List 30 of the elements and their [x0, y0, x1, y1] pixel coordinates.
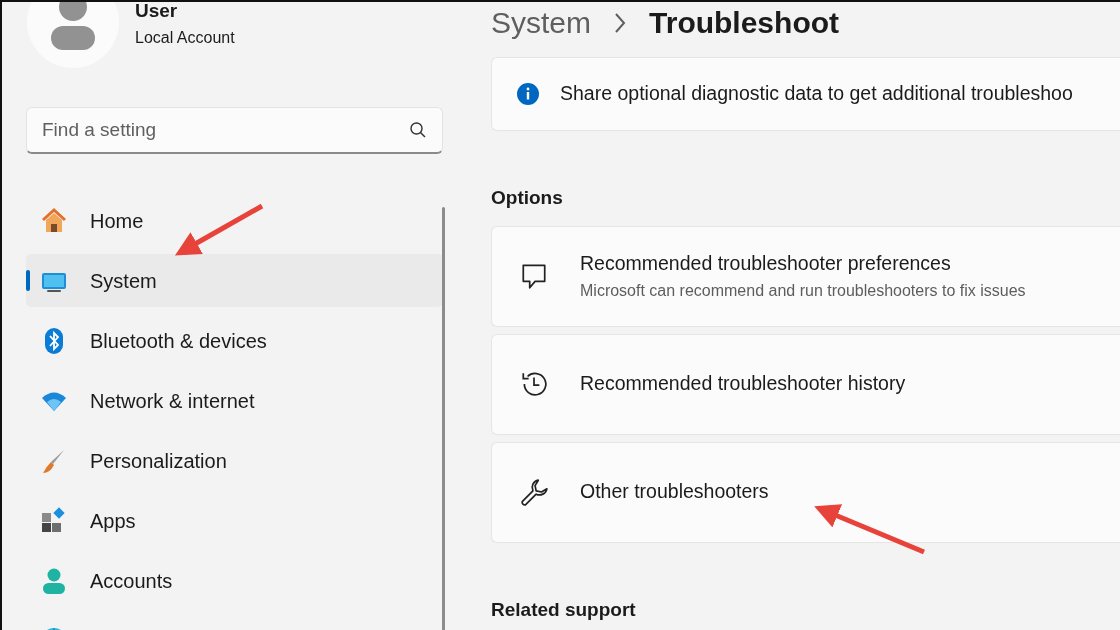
account-type: Local Account	[135, 27, 235, 48]
option-card[interactable]: Other troubleshooters	[491, 441, 1120, 543]
search-icon	[409, 121, 427, 139]
nav-item[interactable]: Apps	[26, 494, 443, 547]
breadcrumb-link[interactable]: System	[491, 6, 592, 39]
section-heading: Related support	[491, 597, 637, 622]
option-title: Other troubleshooters	[580, 479, 769, 505]
nav-item[interactable]: Bluetooth & devices	[26, 314, 443, 367]
nav-item[interactable]: Accounts	[26, 554, 443, 607]
chat-icon	[519, 261, 549, 291]
option-card[interactable]: Recommended troubleshooter preferences Microsoft can recommend and run troubleshooters to fix issues	[491, 225, 1120, 327]
info-text: Share optional diagnostic data to get additional troubleshoo	[560, 81, 1073, 107]
option-card[interactable]: Recommended troubleshooter history	[491, 333, 1120, 435]
option-title: Recommended troubleshooter preferences	[580, 251, 952, 277]
chevron-icon	[613, 11, 628, 34]
option-description: Microsoft can recommend and run troubleshooters to fix issues	[580, 280, 1026, 301]
person-icon	[40, 566, 68, 595]
home-icon	[40, 206, 68, 235]
nav-item[interactable]: Personalization	[26, 434, 443, 487]
info-icon	[516, 82, 540, 106]
wrench-icon	[519, 477, 549, 507]
nav-item[interactable]: Network & internet	[26, 374, 443, 427]
nav-item[interactable]: System	[26, 254, 443, 307]
selection-indicator	[26, 270, 30, 291]
page-title: Troubleshoot	[649, 6, 840, 39]
nav-item[interactable]: Home	[26, 194, 443, 247]
section-heading: Options	[491, 186, 564, 210]
option-title: Recommended troubleshooter history	[580, 371, 906, 397]
account-name: User	[135, 2, 179, 23]
search-field[interactable]: Find a setting	[26, 107, 443, 154]
